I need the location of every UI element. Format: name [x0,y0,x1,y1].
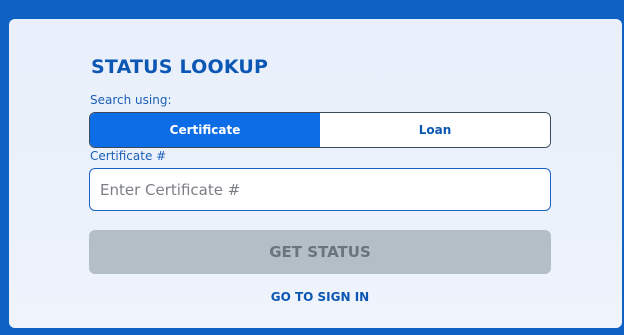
search-type-toggle: Certificate Loan [89,112,551,148]
page-title: STATUS LOOKUP [91,56,269,78]
certificate-input[interactable] [89,168,551,211]
toggle-certificate-button[interactable]: Certificate [90,113,320,147]
search-using-label: Search using: [90,93,172,107]
status-lookup-card: STATUS LOOKUP Search using: Certificate … [9,19,622,328]
toggle-loan-button[interactable]: Loan [320,113,550,147]
certificate-field-label: Certificate # [90,149,167,163]
go-to-sign-in-link[interactable]: GO TO SIGN IN [89,290,551,304]
get-status-button[interactable]: GET STATUS [89,230,551,274]
